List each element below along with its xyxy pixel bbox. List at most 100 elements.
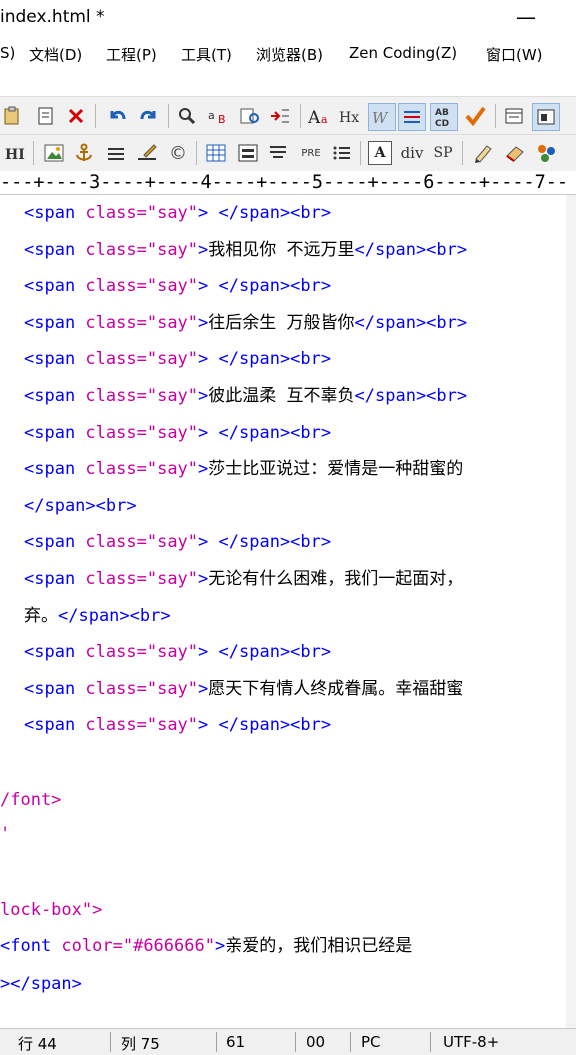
word-wrap-icon[interactable]: W xyxy=(368,103,396,131)
span-tag-icon[interactable]: SP xyxy=(430,141,456,165)
code-line: ' xyxy=(0,821,10,847)
code-token: "say" xyxy=(146,532,199,553)
minimize-button[interactable]: — xyxy=(512,2,540,32)
find-icon[interactable] xyxy=(176,104,198,128)
svg-text:AB: AB xyxy=(435,108,449,118)
form-icon[interactable] xyxy=(236,141,260,165)
replace-icon[interactable]: aB xyxy=(206,104,232,128)
toolbar-separator xyxy=(360,141,361,165)
menu-item-browser[interactable]: 浏览器(B) xyxy=(256,44,323,65)
toolbar-separator xyxy=(196,141,197,165)
code-token: <span xyxy=(24,349,76,370)
code-line: lock-box"> xyxy=(0,897,102,923)
code-token: "say" xyxy=(146,715,199,736)
pencil-icon[interactable] xyxy=(470,141,496,165)
code-token: <span xyxy=(24,312,76,333)
code-token: </span><br> xyxy=(354,239,468,260)
code-line: <span class="say"> </span><br> xyxy=(24,420,331,446)
layout-icon[interactable] xyxy=(532,103,560,131)
horizontal-rule-icon[interactable] xyxy=(104,141,128,165)
code-token: > xyxy=(198,276,209,297)
code-token: </span><br> xyxy=(218,532,332,553)
code-token: "say" xyxy=(146,642,199,663)
code-token: class= xyxy=(75,569,147,589)
svg-text:CD: CD xyxy=(435,119,449,129)
code-token: class= xyxy=(75,203,147,223)
heading-icon[interactable]: Hx xyxy=(338,104,364,128)
code-token: "say" xyxy=(146,276,199,297)
menu-item-zen-coding[interactable]: Zen Coding(Z) xyxy=(349,44,457,62)
redo-icon[interactable] xyxy=(138,104,160,128)
code-token: > xyxy=(198,715,209,736)
color-palette-icon[interactable] xyxy=(534,141,560,165)
indent-icon[interactable] xyxy=(268,104,292,128)
vertical-scrollbar[interactable] xyxy=(566,195,576,1028)
sort-icon[interactable]: AB CD xyxy=(430,103,458,131)
table-icon[interactable] xyxy=(204,141,228,165)
code-line: ></span> xyxy=(0,971,82,997)
svg-text:HI: HI xyxy=(5,147,25,163)
eraser-icon[interactable] xyxy=(502,141,528,165)
edit-icon[interactable] xyxy=(134,141,160,165)
code-token: 莎士比亚说过：爱情是一种甜蜜的 xyxy=(208,459,464,480)
code-token: <span xyxy=(24,459,76,480)
toolbar-separator xyxy=(33,141,34,165)
code-line: /font> xyxy=(0,787,61,813)
code-token: class= xyxy=(75,678,147,699)
code-token: <span xyxy=(24,715,76,736)
delete-icon[interactable] xyxy=(66,104,86,128)
image-icon[interactable] xyxy=(42,141,66,165)
toolbar-separator xyxy=(95,104,96,128)
code-token: </span><br> xyxy=(24,495,137,516)
find-in-files-icon[interactable] xyxy=(238,104,262,128)
menu-item-project[interactable]: 工程(P) xyxy=(106,44,157,65)
code-line: <span class="say">往后余生 万般皆你</span><br> xyxy=(24,310,467,336)
menu-item-s[interactable]: S) xyxy=(0,44,15,62)
code-token: class= xyxy=(75,276,147,297)
code-token: color= xyxy=(51,936,123,956)
view-icon[interactable] xyxy=(502,104,526,128)
code-token: class= xyxy=(75,312,147,333)
code-token: ' xyxy=(0,824,11,844)
code-token: <span xyxy=(24,386,76,406)
clipboard-icon[interactable] xyxy=(36,104,56,128)
code-token: 彼此温柔 互不辜负 xyxy=(208,386,355,406)
code-token: <span xyxy=(24,532,76,553)
check-icon[interactable] xyxy=(462,104,488,128)
ruler-text: ---+----3----+----4----+----5----+----6-… xyxy=(0,172,569,193)
code-line: <span class="say">无论有什么困难，我们一起面对， xyxy=(24,566,463,592)
code-editor[interactable]: <span class="say"> </span><br> <span clas… xyxy=(0,195,576,1028)
code-token: <span xyxy=(24,239,76,260)
svg-text:a: a xyxy=(208,109,215,122)
code-token: class= xyxy=(75,422,147,443)
toolbar-separator xyxy=(168,104,169,128)
list-icon[interactable] xyxy=(266,141,290,165)
svg-text:W: W xyxy=(372,109,389,127)
code-line: <span class="say">愿天下有情人终成眷属。幸福甜蜜 xyxy=(24,676,463,702)
code-line: <span class="say">我相见你 不远万里</span><br> xyxy=(24,237,467,263)
svg-text:Hx: Hx xyxy=(339,110,359,126)
undo-icon[interactable] xyxy=(106,104,128,128)
menu-item-window[interactable]: 窗口(W) xyxy=(486,44,543,65)
status-line: 行 44 xyxy=(18,1035,57,1053)
code-token: 我相见你 不远万里 xyxy=(208,239,355,260)
pre-tag-icon[interactable]: PRE xyxy=(296,141,326,165)
paste-icon[interactable] xyxy=(2,104,22,128)
code-token: <span xyxy=(24,422,76,443)
div-tag-icon[interactable]: div xyxy=(398,141,426,165)
code-token: lock-box"> xyxy=(0,900,103,920)
anchor-icon[interactable] xyxy=(72,141,96,165)
status-column: 列 75 xyxy=(121,1035,160,1053)
menu-item-document[interactable]: 文档(D) xyxy=(29,44,82,65)
heading-tag-icon[interactable]: HI xyxy=(4,141,28,165)
status-divider xyxy=(295,1032,296,1052)
anchor-tag-icon[interactable]: A xyxy=(368,141,392,165)
menu-item-tools[interactable]: 工具(T) xyxy=(181,44,232,65)
code-token: class= xyxy=(75,715,147,736)
font-size-icon[interactable]: Aa xyxy=(306,104,334,128)
code-line: <span class="say"> </span><br> xyxy=(24,712,331,738)
paragraph-icon[interactable] xyxy=(398,103,426,131)
copyright-icon[interactable]: © xyxy=(166,141,190,165)
ordered-list-icon[interactable] xyxy=(330,141,354,165)
